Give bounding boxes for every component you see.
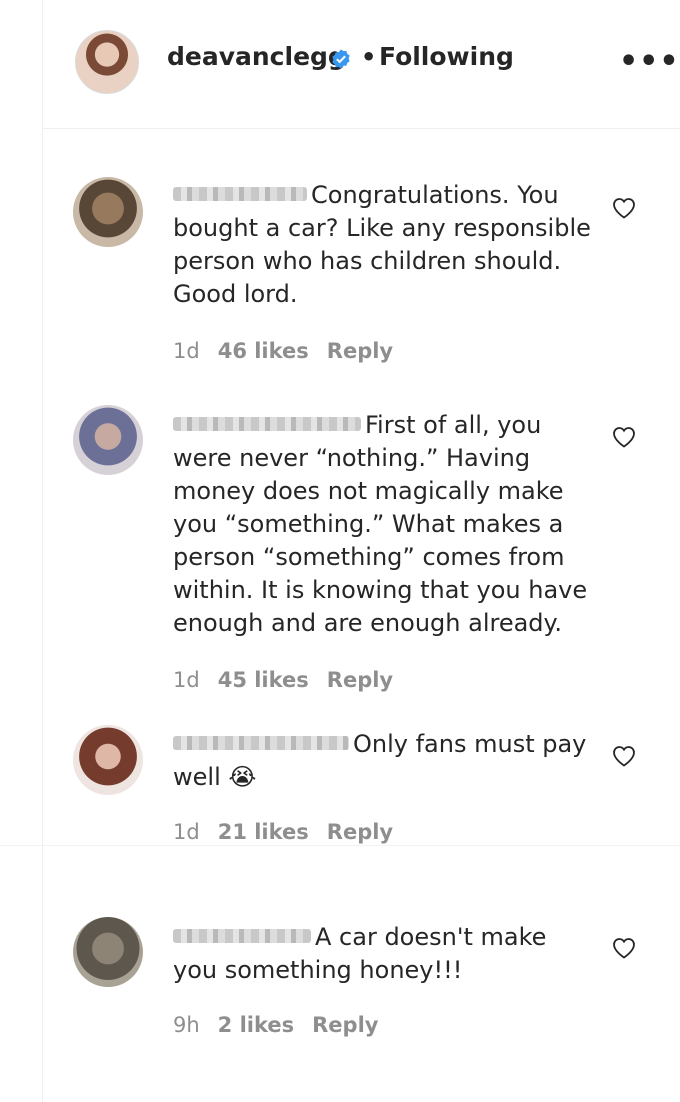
comment-meta: 1d 46 likes Reply: [173, 339, 411, 363]
heart-outline-icon[interactable]: [612, 426, 636, 448]
comment-text: First of all, you were never “nothing.” …: [173, 411, 588, 637]
comment-time: 9h: [173, 1013, 200, 1037]
more-options-icon[interactable]: •••: [619, 44, 680, 79]
left-panel-border: [42, 0, 43, 1102]
reply-button[interactable]: Reply: [327, 820, 393, 844]
comment-likes[interactable]: 46 likes: [218, 339, 309, 363]
comment-meta: 9h 2 likes Reply: [173, 1013, 396, 1037]
comment-text: Only fans must pay well 😭: [173, 730, 587, 791]
comment-likes[interactable]: 21 likes: [218, 820, 309, 844]
verified-badge-icon: [332, 49, 350, 69]
heart-outline-icon[interactable]: [612, 937, 636, 959]
comment-text: Congratulations. You bought a car? Like …: [173, 181, 591, 308]
commenter-username-blurred[interactable]: [173, 187, 307, 201]
reply-button[interactable]: Reply: [312, 1013, 378, 1037]
reply-button[interactable]: Reply: [327, 668, 393, 692]
heart-outline-icon[interactable]: [612, 745, 636, 767]
comment-likes[interactable]: 45 likes: [218, 668, 309, 692]
commenter-username-blurred[interactable]: [173, 929, 311, 943]
following-button[interactable]: Following: [379, 42, 514, 71]
comment-meta: 1d 21 likes Reply: [173, 820, 411, 844]
comment-time: 1d: [173, 820, 200, 844]
commenter-avatar[interactable]: [73, 177, 143, 247]
section-divider: [0, 845, 680, 846]
commenter-avatar[interactable]: [73, 725, 143, 795]
reply-button[interactable]: Reply: [327, 339, 393, 363]
commenter-avatar[interactable]: [73, 405, 143, 475]
post-header: deavanclegg • Following •••: [43, 0, 680, 129]
comment-meta: 1d 45 likes Reply: [173, 668, 411, 692]
comment-likes[interactable]: 2 likes: [218, 1013, 294, 1037]
author-avatar[interactable]: [75, 30, 139, 94]
comment-text: A car doesn't make you something honey!!…: [173, 923, 547, 984]
header-separator: •: [361, 43, 377, 71]
author-username[interactable]: deavanclegg: [167, 42, 346, 71]
commenter-username-blurred[interactable]: [173, 417, 361, 431]
commenter-avatar[interactable]: [73, 917, 143, 987]
comment-time: 1d: [173, 668, 200, 692]
crying-face-emoji-icon: 😭: [228, 763, 257, 791]
commenter-username-blurred[interactable]: [173, 736, 349, 750]
heart-outline-icon[interactable]: [612, 197, 636, 219]
comment-time: 1d: [173, 339, 200, 363]
